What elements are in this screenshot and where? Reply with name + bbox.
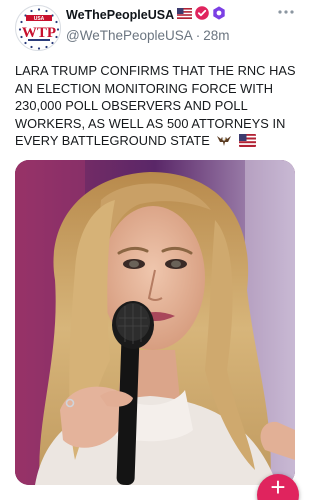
avatar-small-text: USA [34, 16, 45, 22]
more-options-icon[interactable] [276, 6, 296, 20]
tweet-media-image[interactable] [15, 160, 295, 485]
meta-separator: · [195, 28, 201, 43]
handle[interactable]: @WeThePeopleUSA [66, 28, 193, 43]
verified-badge-icon [195, 5, 209, 25]
plus-icon: + [270, 472, 286, 500]
us-flag-icon [177, 6, 193, 24]
compose-button[interactable]: + [257, 474, 299, 500]
avatar[interactable]: USA WTP [15, 5, 61, 51]
avatar-text: WTP [22, 25, 56, 41]
wtp-logo-icon: USA WTP [17, 7, 60, 50]
tweet-card[interactable]: USA WTP WeThePeopleUSA @WeThePeopleUSA ·… [0, 0, 310, 500]
display-name[interactable]: WeThePeopleUSA [66, 8, 174, 22]
eagle-icon [216, 133, 232, 152]
tweet-text: LARA TRUMP CONFIRMS THAT THE RNC HAS AN … [15, 62, 300, 152]
us-flag-icon [239, 134, 257, 152]
timestamp[interactable]: 28m [203, 28, 229, 43]
tweet-header: WeThePeopleUSA @WeThePeopleUSA · 28m [66, 5, 281, 43]
org-badge-icon [212, 5, 226, 25]
photo-woman-microphone [15, 160, 295, 485]
